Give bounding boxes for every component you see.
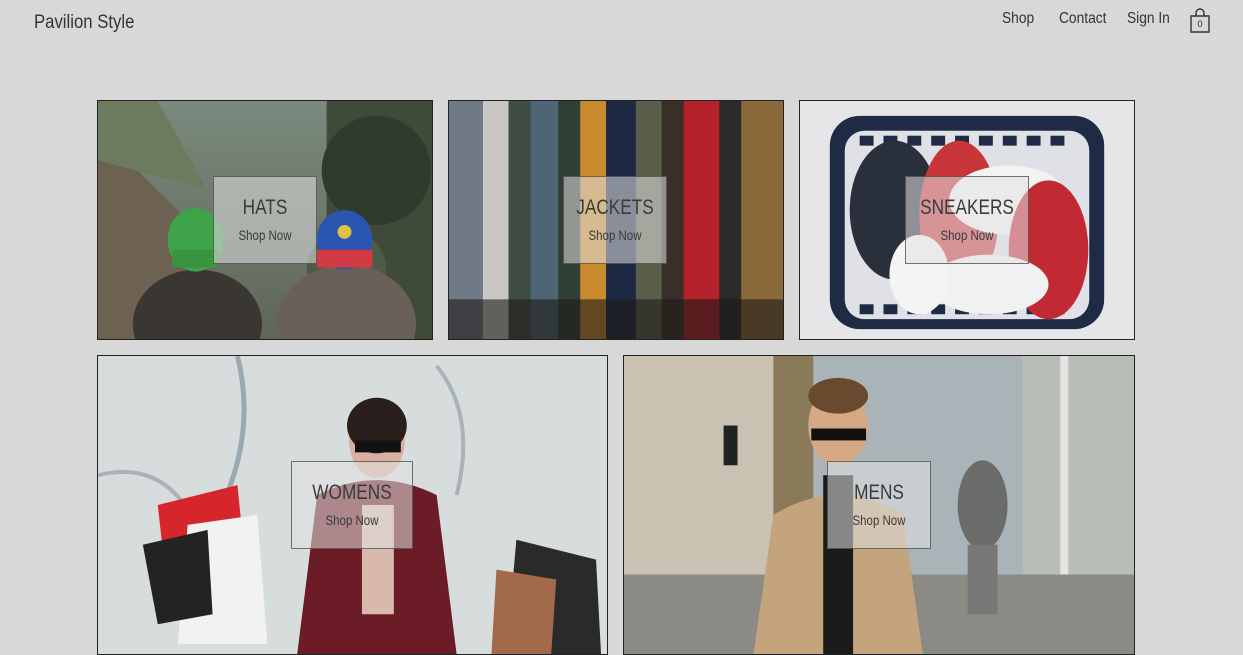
category-tile-sneakers[interactable]: SNEAKERS Shop Now [799, 100, 1135, 340]
shop-now-link-jackets[interactable]: Shop Now [573, 227, 657, 243]
site-logo[interactable]: Pavilion Style [34, 12, 134, 34]
shop-now-link-mens[interactable]: Shop Now [837, 512, 921, 528]
category-title-sneakers: SNEAKERS [920, 196, 1014, 219]
category-label-box[interactable]: MENS Shop Now [827, 461, 931, 549]
shop-now-link-womens[interactable]: Shop Now [303, 512, 401, 528]
site-header: Pavilion Style Shop Contact Sign In 0 [0, 0, 1243, 50]
category-label-box[interactable]: JACKETS Shop Now [563, 176, 667, 264]
nav-contact-link[interactable]: Contact [1059, 10, 1106, 28]
cart-count: 0 [1197, 19, 1203, 29]
category-tile-hats[interactable]: HATS Shop Now [97, 100, 433, 340]
category-title-jackets: JACKETS [576, 196, 654, 219]
nav-shop-link[interactable]: Shop [1002, 10, 1034, 28]
category-tile-jackets[interactable]: JACKETS Shop Now [448, 100, 784, 340]
cart-button[interactable]: 0 [1188, 8, 1212, 34]
category-title-mens: MENS [854, 481, 904, 504]
category-label-box[interactable]: SNEAKERS Shop Now [905, 176, 1029, 264]
category-title-hats: HATS [242, 196, 288, 219]
category-tile-mens[interactable]: MENS Shop Now [623, 355, 1135, 655]
category-title-womens: WOMENS [312, 481, 392, 504]
shop-now-link-sneakers[interactable]: Shop Now [917, 227, 1017, 243]
category-label-box[interactable]: HATS Shop Now [213, 176, 317, 264]
category-tile-womens[interactable]: WOMENS Shop Now [97, 355, 608, 655]
category-label-box[interactable]: WOMENS Shop Now [291, 461, 413, 549]
nav-sign-in-link[interactable]: Sign In [1127, 10, 1170, 28]
shop-now-link-hats[interactable]: Shop Now [223, 227, 307, 243]
